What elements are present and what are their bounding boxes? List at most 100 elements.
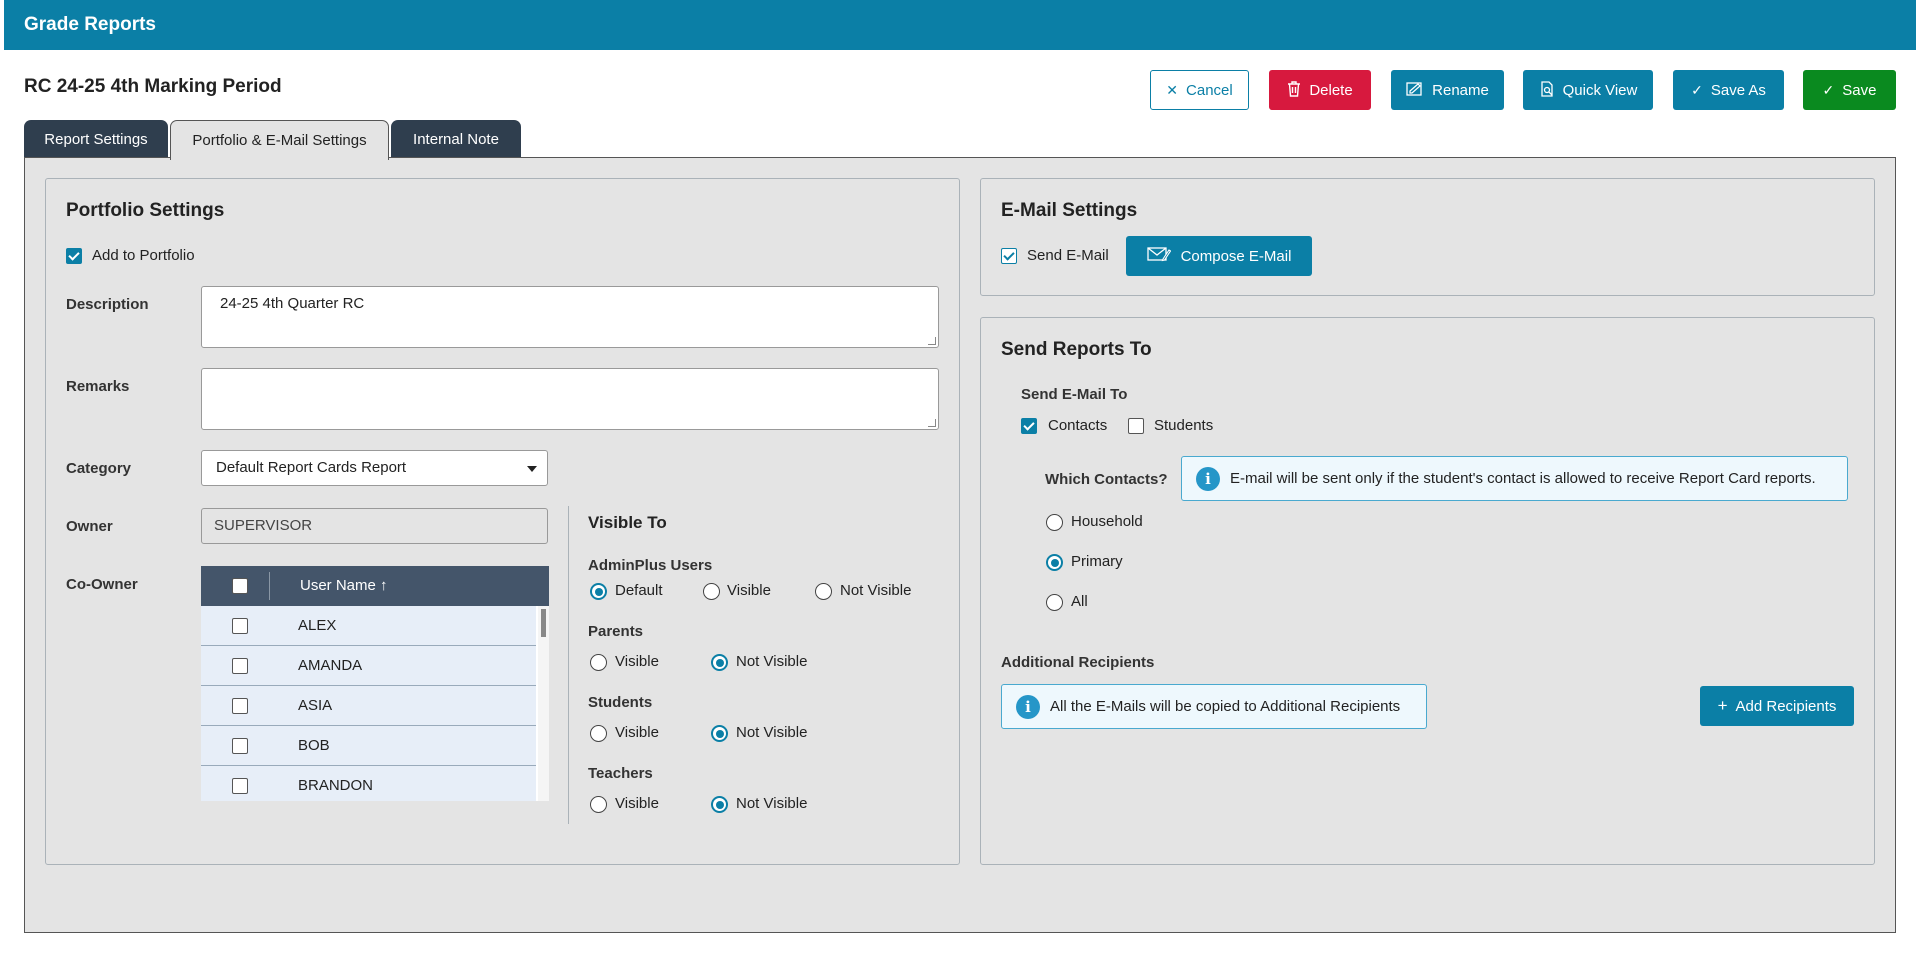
send-reports-title: Send Reports To	[1001, 339, 1152, 360]
save-label: Save	[1842, 81, 1877, 99]
which-contacts-label: Which Contacts?	[1045, 471, 1168, 488]
user-name-column-header[interactable]: User Name ↑	[300, 577, 388, 594]
adminplus-default-radio[interactable]	[590, 583, 607, 600]
send-email-checkbox[interactable]	[1001, 248, 1017, 264]
portfolio-settings-title: Portfolio Settings	[66, 200, 225, 221]
cancel-button[interactable]: ✕ Cancel	[1150, 70, 1249, 110]
rename-label: Rename	[1432, 81, 1489, 99]
tab-internal-note[interactable]: Internal Note	[391, 120, 521, 158]
resize-handle[interactable]	[928, 419, 936, 427]
close-icon: ✕	[1166, 81, 1179, 98]
app-title-bar: Grade Reports	[4, 0, 1916, 50]
grid-scrollbar[interactable]	[538, 606, 549, 801]
adminplus-visible-label: Visible	[727, 582, 771, 599]
scrollbar-thumb[interactable]	[541, 609, 546, 637]
category-select[interactable]: Default Report Cards Report	[201, 450, 548, 486]
preview-icon	[1539, 80, 1555, 100]
select-all-checkbox[interactable]	[232, 578, 248, 594]
contacts-label: Contacts	[1048, 417, 1108, 434]
parents-label: Parents	[588, 623, 644, 640]
teachers-label: Teachers	[588, 765, 653, 782]
user-name-cell: BRANDON	[298, 777, 374, 794]
row-checkbox[interactable]	[232, 698, 248, 714]
students-not-visible-label: Not Visible	[736, 724, 808, 741]
all-radio[interactable]	[1046, 594, 1063, 611]
cancel-label: Cancel	[1186, 81, 1233, 99]
students-label: Students	[588, 694, 653, 711]
category-label: Category	[66, 460, 132, 477]
adminplus-not-visible-label: Not Visible	[840, 582, 912, 599]
description-input[interactable]: 24-25 4th Quarter RC	[201, 286, 939, 348]
compose-email-button[interactable]: Compose E-Mail	[1126, 236, 1312, 276]
resize-handle[interactable]	[928, 337, 936, 345]
students-checkbox[interactable]	[1128, 418, 1144, 434]
table-row[interactable]: AMANDA	[201, 646, 536, 686]
rename-button[interactable]: Rename	[1391, 70, 1504, 110]
email-settings-card	[980, 178, 1875, 296]
rename-icon	[1406, 81, 1424, 99]
envelope-edit-icon	[1146, 246, 1171, 266]
divider	[568, 506, 569, 824]
check-icon: ✓	[1822, 81, 1835, 98]
table-row[interactable]: BRANDON	[201, 766, 536, 801]
add-to-portfolio-checkbox[interactable]	[66, 248, 82, 264]
save-as-label: Save As	[1710, 81, 1766, 99]
user-name-cell: ASIA	[298, 697, 333, 714]
row-checkbox[interactable]	[232, 738, 248, 754]
app-title: Grade Reports	[24, 14, 156, 35]
table-row[interactable]: BOB	[201, 726, 536, 766]
students-visible-label: Visible	[615, 724, 659, 741]
tab-report-settings[interactable]: Report Settings	[24, 120, 168, 158]
caret-down-icon	[527, 466, 537, 472]
additional-recipients-label: Additional Recipients	[1001, 654, 1155, 671]
delete-label: Delete	[1309, 81, 1353, 99]
students-visible-radio[interactable]	[590, 725, 607, 742]
description-value: 24-25 4th Quarter RC	[220, 295, 365, 312]
description-label: Description	[66, 296, 149, 313]
owner-label: Owner	[66, 518, 113, 535]
teachers-not-visible-radio[interactable]	[711, 796, 728, 813]
students-label: Students	[1154, 417, 1214, 434]
remarks-label: Remarks	[66, 378, 130, 395]
trash-icon	[1287, 80, 1301, 100]
quick-view-label: Quick View	[1562, 81, 1638, 99]
add-to-portfolio-label: Add to Portfolio	[92, 247, 195, 264]
adminplus-visible-radio[interactable]	[703, 583, 720, 600]
parents-visible-label: Visible	[615, 653, 659, 670]
tab-portfolio-email-settings[interactable]: Portfolio & E-Mail Settings	[170, 120, 389, 160]
send-email-to-label: Send E-Mail To	[1021, 386, 1128, 403]
students-not-visible-radio[interactable]	[711, 725, 728, 742]
row-checkbox[interactable]	[232, 618, 248, 634]
check-icon: ✓	[1691, 81, 1703, 98]
household-radio[interactable]	[1046, 514, 1063, 531]
compose-email-label: Compose E-Mail	[1180, 247, 1292, 265]
contacts-info-text: E-mail will be sent only if the student'…	[1230, 470, 1816, 487]
row-checkbox[interactable]	[232, 658, 248, 674]
add-recipients-button[interactable]: + Add Recipients	[1700, 686, 1854, 726]
parents-not-visible-radio[interactable]	[711, 654, 728, 671]
category-value: Default Report Cards Report	[216, 459, 407, 476]
quick-view-button[interactable]: Quick View	[1523, 70, 1653, 110]
adminplus-users-label: AdminPlus Users	[588, 557, 713, 574]
delete-button[interactable]: Delete	[1269, 70, 1371, 110]
remarks-input[interactable]	[201, 368, 939, 430]
table-row[interactable]: ASIA	[201, 686, 536, 726]
adminplus-not-visible-radio[interactable]	[815, 583, 832, 600]
primary-radio[interactable]	[1046, 554, 1063, 571]
co-owner-label: Co-Owner	[66, 576, 138, 593]
send-email-label: Send E-Mail	[1027, 247, 1109, 264]
teachers-visible-radio[interactable]	[590, 796, 607, 813]
table-row[interactable]: ALEX	[201, 606, 536, 646]
save-as-button[interactable]: ✓ Save As	[1673, 70, 1784, 110]
parents-visible-radio[interactable]	[590, 654, 607, 671]
save-button[interactable]: ✓ Save	[1803, 70, 1896, 110]
plus-icon: +	[1717, 696, 1728, 715]
user-name-cell: ALEX	[298, 617, 337, 634]
teachers-visible-label: Visible	[615, 795, 659, 812]
owner-value: SUPERVISOR	[214, 517, 313, 534]
teachers-not-visible-label: Not Visible	[736, 795, 808, 812]
row-checkbox[interactable]	[232, 778, 248, 794]
email-settings-title: E-Mail Settings	[1001, 200, 1138, 221]
contacts-checkbox[interactable]	[1021, 418, 1037, 434]
info-icon: i	[1196, 466, 1220, 491]
